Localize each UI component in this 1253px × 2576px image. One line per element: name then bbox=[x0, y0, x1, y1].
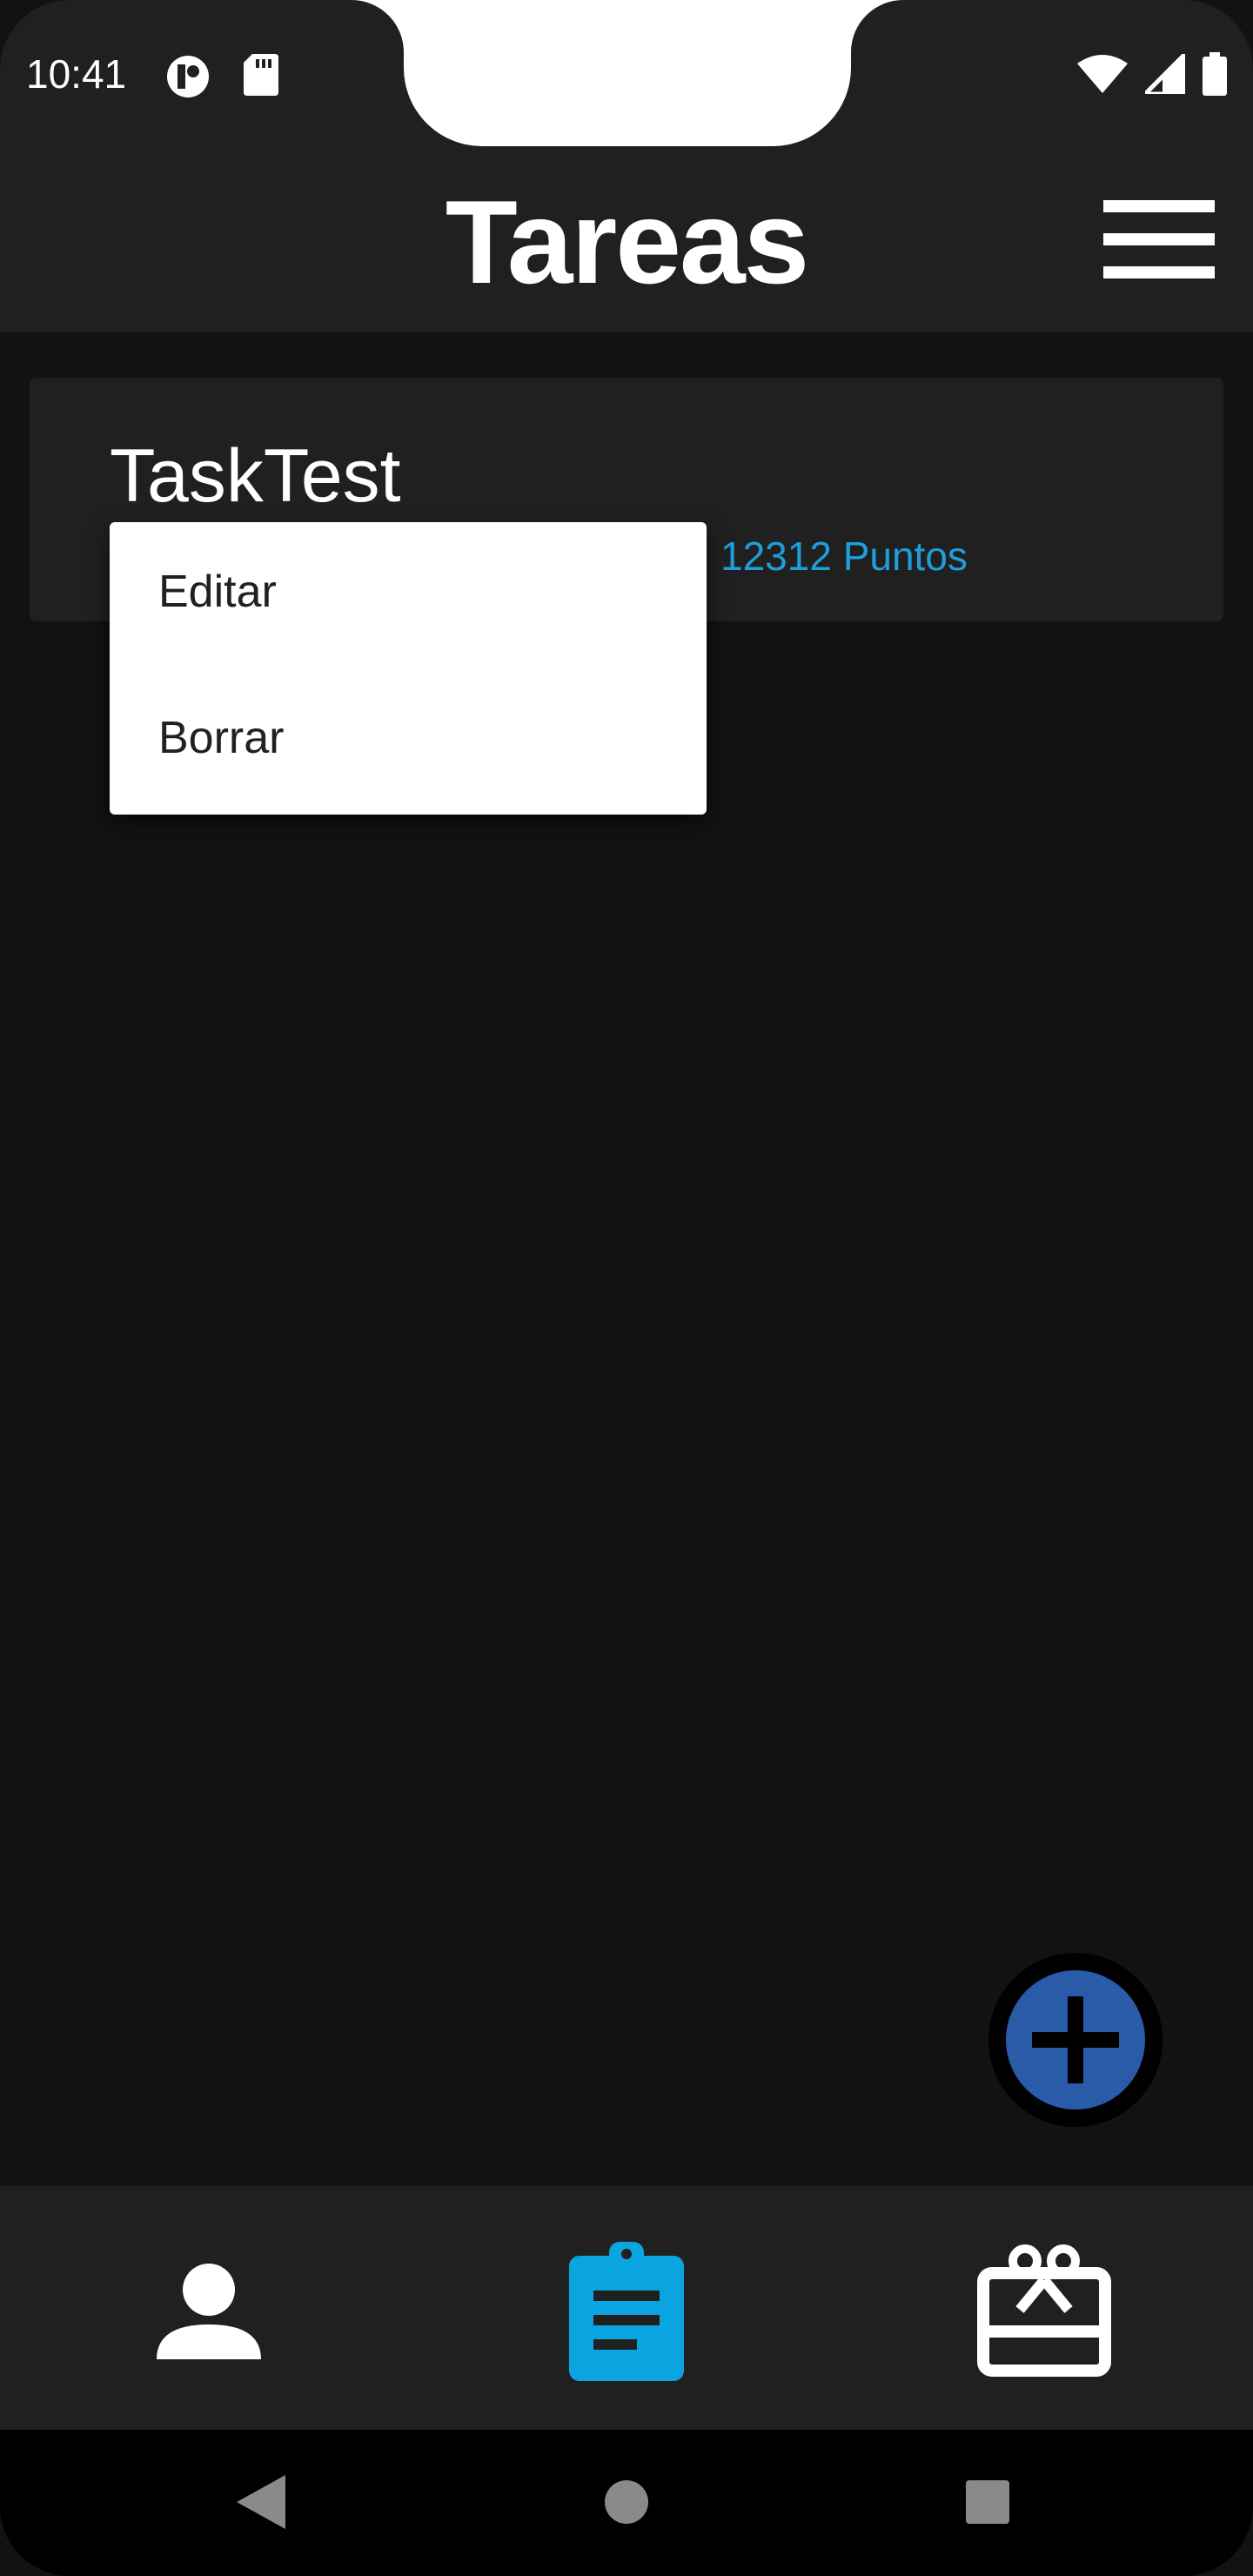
data-saver-icon bbox=[165, 54, 211, 104]
bottom-navigation bbox=[0, 2186, 1253, 2430]
nav-item-profile[interactable] bbox=[148, 2251, 270, 2372]
signal-icon bbox=[1139, 48, 1188, 98]
gift-card-icon bbox=[977, 2244, 1111, 2377]
delete-menu-item[interactable]: Borrar bbox=[158, 712, 284, 764]
nav-item-rewards[interactable] bbox=[976, 2242, 1112, 2381]
home-button[interactable] bbox=[605, 2480, 648, 2528]
wifi-icon bbox=[1077, 55, 1128, 97]
task-title: TaskTest bbox=[110, 434, 401, 518]
back-button[interactable] bbox=[237, 2475, 285, 2533]
add-task-button[interactable] bbox=[1006, 1970, 1145, 2110]
battery-icon bbox=[1203, 52, 1227, 100]
clipboard-icon bbox=[569, 2242, 684, 2381]
camera-notch bbox=[404, 0, 851, 146]
notch-corner-left bbox=[352, 0, 404, 52]
recents-icon bbox=[966, 2480, 1009, 2524]
notch-corner-right bbox=[851, 0, 903, 52]
status-icons-right bbox=[1077, 48, 1227, 100]
recents-button[interactable] bbox=[966, 2480, 1009, 2528]
edit-menu-item[interactable]: Editar bbox=[158, 566, 277, 618]
nav-item-tasks[interactable] bbox=[566, 2237, 687, 2385]
sd-card-icon bbox=[244, 54, 278, 104]
task-context-menu: Editar Borrar bbox=[110, 522, 707, 815]
plus-icon bbox=[1032, 1996, 1119, 2083]
home-icon bbox=[605, 2480, 648, 2524]
back-icon bbox=[237, 2475, 285, 2529]
hamburger-menu-icon[interactable] bbox=[1103, 200, 1215, 278]
status-bar: 10:41 bbox=[0, 0, 1253, 148]
page-title: Tareas bbox=[445, 176, 809, 308]
task-points: 12312 Puntos bbox=[720, 533, 968, 579]
status-time: 10:41 bbox=[26, 51, 127, 97]
phone-screen: 10:41 Tareas TaskTest 12312 Puntos Edita… bbox=[0, 0, 1253, 2576]
app-bar: Tareas bbox=[0, 148, 1253, 332]
system-navigation-bar bbox=[0, 2430, 1253, 2576]
person-icon bbox=[157, 2264, 261, 2359]
status-icons-left bbox=[165, 54, 278, 104]
